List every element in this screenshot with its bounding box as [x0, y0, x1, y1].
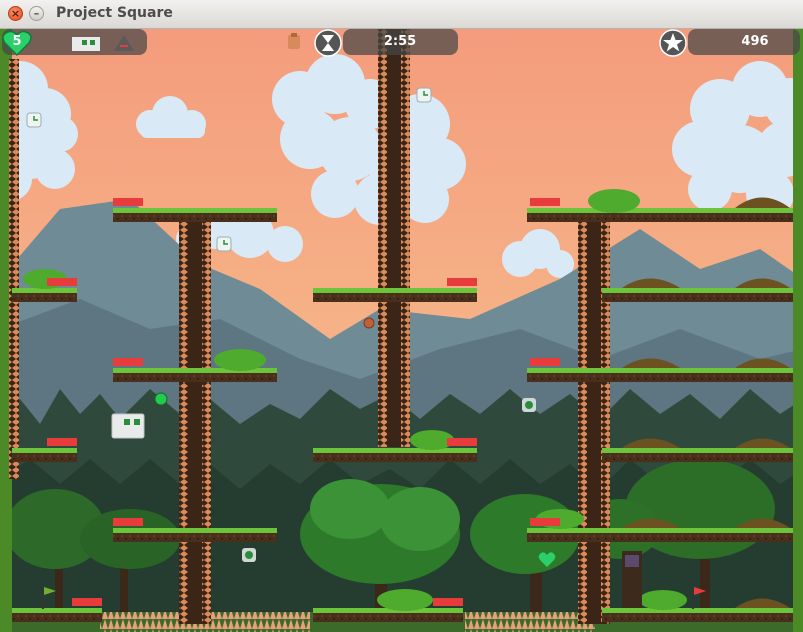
close-button[interactable]: ×: [8, 6, 23, 21]
close-icon: ×: [10, 7, 21, 20]
triangle-enemy-icon: [114, 35, 134, 51]
spring: [47, 438, 77, 446]
lives-count: 5: [12, 34, 22, 49]
window-title: Project Square: [56, 5, 173, 21]
minimize-button[interactable]: –: [29, 6, 44, 21]
platform: [527, 528, 793, 542]
clock-pickup-icon: [216, 236, 232, 252]
clock-pickup-icon: [416, 87, 432, 103]
platform: [113, 208, 277, 222]
game-window: × – Project Square 5 2:55 496: [0, 0, 803, 632]
title-bar: × – Project Square: [0, 0, 803, 29]
pillar-right: [587, 214, 601, 624]
spring: [447, 278, 477, 286]
platform: [527, 208, 793, 222]
minimize-icon: –: [33, 7, 40, 20]
player-square: [111, 413, 145, 439]
platform: [113, 528, 277, 542]
spring: [113, 518, 143, 526]
spring: [47, 278, 77, 286]
gem-icon: [242, 548, 256, 562]
platform: [113, 368, 277, 382]
right-wall: [793, 29, 803, 632]
platform: [12, 608, 102, 622]
platform: [313, 608, 463, 622]
floor-spikes-right: [465, 612, 595, 632]
platform: [602, 288, 793, 302]
spring: [447, 438, 477, 446]
game-canvas[interactable]: 5 2:55 496: [0, 29, 803, 632]
gem-icon: [522, 398, 536, 412]
bonus-icon: [288, 33, 300, 49]
platform: [527, 368, 793, 382]
spring: [113, 198, 143, 206]
pillar-left: [188, 214, 202, 624]
exit-door: [622, 551, 642, 608]
platform: [602, 448, 793, 462]
timer-readout: 2:55: [383, 34, 417, 49]
platform: [313, 288, 477, 302]
star-icon: [659, 29, 687, 57]
pillar-center: [387, 29, 401, 447]
platform: [12, 288, 77, 302]
platform: [313, 448, 477, 462]
spring: [113, 358, 143, 366]
platform: [602, 608, 793, 622]
platform: [12, 448, 77, 462]
hourglass-icon: [314, 29, 342, 57]
spring: [530, 358, 560, 366]
spring: [530, 198, 560, 206]
score-readout: 496: [741, 34, 769, 49]
spring: [433, 598, 463, 606]
player-square-icon: [72, 37, 100, 51]
green-orb: [154, 392, 168, 406]
spring: [72, 598, 102, 606]
left-wall-spikes: [9, 59, 19, 479]
orange-orb: [363, 317, 375, 329]
clock-pickup-icon: [26, 112, 42, 128]
game-scene: [0, 29, 803, 632]
spring: [530, 518, 560, 526]
